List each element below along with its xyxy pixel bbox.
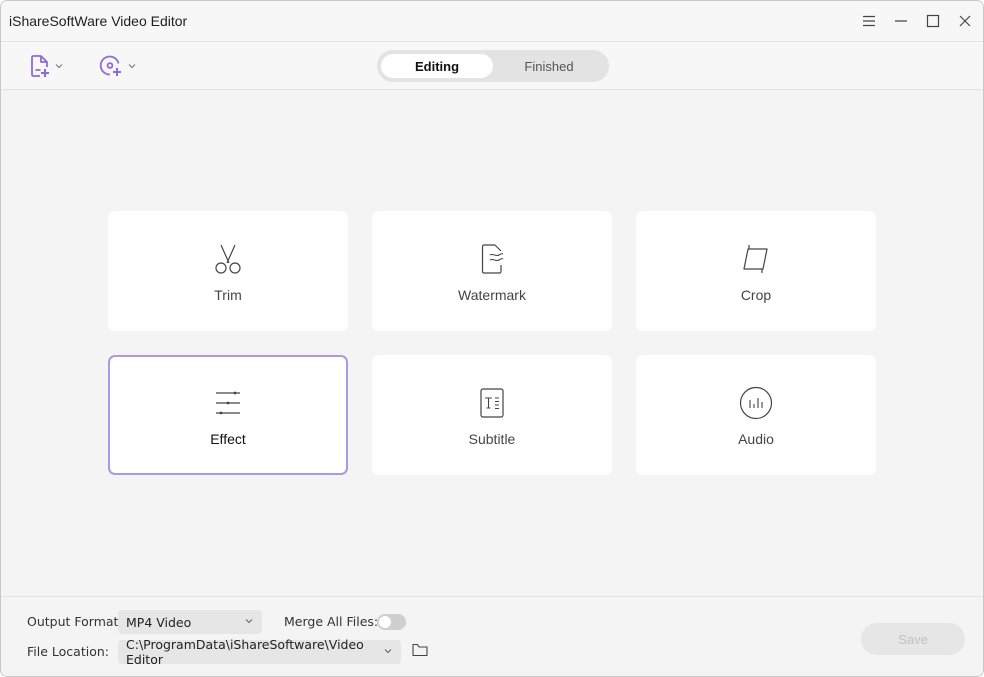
tool-label: Subtitle: [468, 431, 516, 447]
output-format-select[interactable]: MP4 Video: [118, 610, 262, 634]
effect-sliders-icon: [210, 385, 246, 421]
save-button[interactable]: Save: [861, 623, 965, 655]
tool-label: Crop: [740, 287, 772, 303]
file-location-value: C:\ProgramData\iShareSoftware\Video Edit…: [126, 637, 364, 667]
toggle-knob: [379, 616, 391, 628]
chevron-down-icon: [384, 649, 392, 654]
chevron-down-icon: [245, 619, 253, 624]
merge-files-label: Merge All Files:: [284, 614, 379, 629]
output-settings-bar: Output Format: MP4 Video Merge All Files…: [1, 596, 983, 676]
tool-label: Watermark: [458, 287, 526, 303]
minimize-button[interactable]: [889, 9, 913, 33]
output-format-label: Output Format:: [27, 614, 123, 629]
crop-icon: [738, 241, 774, 277]
chevron-down-icon: [55, 64, 63, 69]
mode-tab-switch: Editing Finished: [377, 50, 609, 82]
add-dvd-icon: [99, 55, 121, 76]
tool-label: Audio: [738, 431, 774, 447]
maximize-icon: [926, 14, 940, 28]
tool-card-watermark[interactable]: Watermark: [372, 211, 612, 331]
watermark-icon: [474, 241, 510, 277]
file-location-label: File Location:: [27, 644, 109, 659]
tool-card-crop[interactable]: Crop: [636, 211, 876, 331]
toolbar: Editing Finished: [1, 42, 983, 90]
window-title: iShareSoftWare Video Editor: [9, 13, 188, 29]
tool-card-audio[interactable]: Audio: [636, 355, 876, 475]
maximize-button[interactable]: [921, 9, 945, 33]
menu-button[interactable]: [857, 9, 881, 33]
tab-editing[interactable]: Editing: [381, 54, 493, 78]
tool-label: Trim: [214, 287, 242, 303]
tool-card-effect[interactable]: Effect: [108, 355, 348, 475]
scissors-icon: [210, 241, 246, 277]
add-file-icon: [31, 55, 49, 77]
folder-icon: [412, 643, 428, 657]
merge-files-toggle[interactable]: [377, 614, 406, 630]
tool-card-trim[interactable]: Trim: [108, 211, 348, 331]
minimize-icon: [895, 20, 907, 22]
file-location-select[interactable]: C:\ProgramData\iShareSoftware\Video Edit…: [118, 637, 401, 667]
add-file-button[interactable]: [30, 53, 64, 79]
chevron-down-icon: [128, 64, 136, 69]
audio-icon: [738, 385, 774, 421]
tool-grid: Trim Watermark Crop Effect Subtitle Audi…: [1, 91, 983, 596]
open-folder-button[interactable]: [412, 643, 428, 662]
subtitle-icon: [474, 385, 510, 421]
add-dvd-button[interactable]: [99, 53, 137, 79]
tool-card-subtitle[interactable]: Subtitle: [372, 355, 612, 475]
tool-label: Effect: [210, 431, 246, 447]
app-window: iShareSoftWare Video Editor Editing Fini…: [0, 0, 984, 677]
close-button[interactable]: [953, 9, 977, 33]
output-format-value: MP4 Video: [126, 614, 192, 630]
title-bar: iShareSoftWare Video Editor: [1, 1, 983, 42]
close-icon: [959, 15, 971, 27]
menu-icon: [863, 15, 875, 27]
tab-finished[interactable]: Finished: [493, 54, 605, 78]
